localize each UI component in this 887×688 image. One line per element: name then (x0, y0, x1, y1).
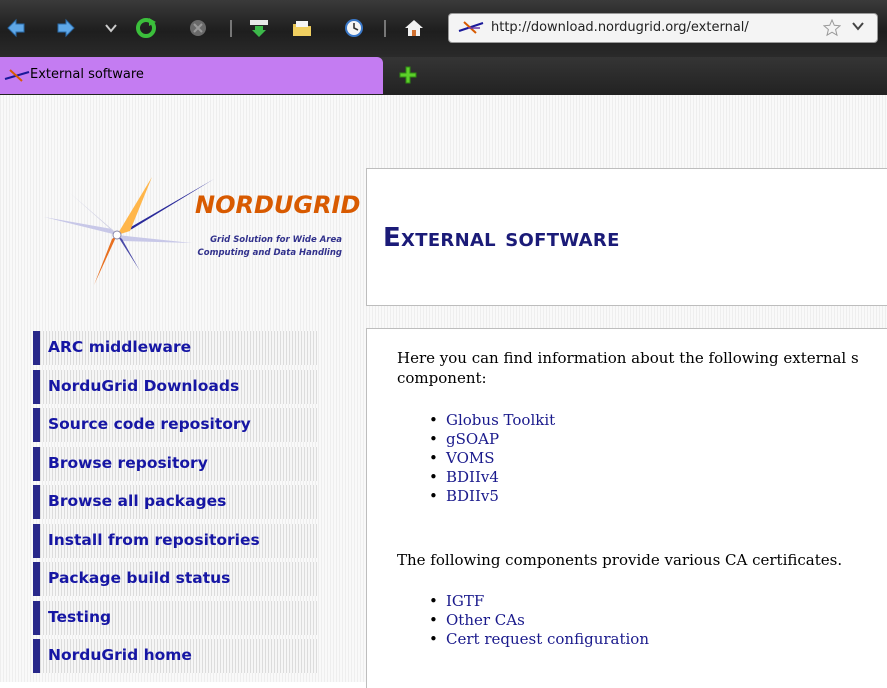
page-title: External software (383, 223, 620, 253)
list-item-link[interactable]: BDIIv5 (429, 487, 555, 506)
bookmarks-icon[interactable] (290, 16, 314, 40)
list-item-link[interactable]: VOMS (429, 449, 555, 468)
history-icon[interactable] (342, 16, 366, 40)
sidebar-item-label: Package build status (48, 569, 231, 587)
sidebar-item-nordugrid-home[interactable]: NorduGrid home (33, 639, 317, 673)
logo-tagline: Computing and Data Handling (197, 248, 342, 258)
list-item-link[interactable]: BDIIv4 (429, 468, 555, 487)
sidebar-item-testing[interactable]: Testing (33, 600, 317, 635)
tab-bar: External software (0, 57, 887, 95)
sidebar-item-label: Source code repository (48, 415, 251, 433)
url-text[interactable]: http://download.nordugrid.org/external/ (491, 20, 749, 35)
sidebar-item-label: Browse all packages (48, 492, 227, 510)
list-item-link[interactable]: Globus Toolkit (429, 411, 555, 430)
sidebar-item-arc-middleware[interactable]: ARC middleware (33, 331, 317, 365)
nordugrid-logo[interactable]: NORDUGRID Grid Solution for Wide Area Co… (42, 173, 360, 288)
sidebar-item-nordugrid-downloads[interactable]: NorduGrid Downloads (33, 369, 317, 404)
sidebar-item-browse-all-packages[interactable]: Browse all packages (33, 485, 317, 519)
page-viewport: NORDUGRID Grid Solution for Wide Area Co… (0, 95, 887, 688)
tab-external-software[interactable]: External software (0, 57, 383, 94)
sidebar-item-browse-repository[interactable]: Browse repository (33, 446, 317, 481)
list-item-link[interactable]: IGTF (429, 592, 649, 611)
logo-wordmark: NORDUGRID (195, 191, 361, 219)
star-icon[interactable] (822, 18, 842, 41)
sidebar-item-label: Testing (48, 607, 112, 626)
list-item-link[interactable]: Cert request configuration (429, 630, 649, 649)
url-bar[interactable]: http://download.nordugrid.org/external/ (448, 13, 878, 43)
sidebar-item-label: Install from repositories (48, 530, 260, 549)
toolbar-separator (384, 20, 386, 37)
sidebar-item-label: ARC middleware (48, 338, 192, 356)
header-panel: External software (366, 168, 887, 306)
forward-icon[interactable] (54, 16, 78, 40)
logo-star-icon (44, 177, 214, 285)
history-dropdown-icon[interactable] (103, 16, 119, 40)
back-icon[interactable] (4, 16, 28, 40)
list-item-link[interactable]: gSOAP (429, 430, 555, 449)
browser-toolbar: http://download.nordugrid.org/external/ (0, 0, 887, 57)
intro-text: component: (397, 369, 487, 387)
sidebar-item-package-build-status[interactable]: Package build status (33, 562, 317, 596)
reload-icon[interactable] (134, 16, 158, 40)
sidebar-item-source-code-repository[interactable]: Source code repository (33, 408, 317, 442)
toolbar-separator (230, 20, 232, 37)
tab-favicon-icon (4, 68, 30, 88)
external-software-list: Globus Toolkit gSOAP VOMS BDIIv4 BDIIv5 (429, 411, 555, 506)
sidebar-item-label: NorduGrid Downloads (48, 376, 240, 395)
sidebar-nav: ARC middleware NorduGrid Downloads Sourc… (33, 331, 317, 678)
sidebar-item-label: Browse repository (48, 453, 208, 472)
new-tab-icon[interactable] (398, 65, 418, 89)
tab-title: External software (30, 67, 144, 82)
list-item-link[interactable]: Other CAs (429, 611, 649, 630)
sidebar-item-install-from-repositories[interactable]: Install from repositories (33, 523, 317, 558)
site-favicon-icon (458, 19, 484, 41)
sidebar-item-label: NorduGrid home (48, 646, 192, 664)
chevron-down-icon[interactable] (852, 20, 864, 35)
stop-icon[interactable] (186, 16, 210, 40)
ca-intro-text: The following components provide various… (397, 551, 843, 569)
download-icon[interactable] (247, 16, 271, 40)
home-icon[interactable] (402, 16, 426, 40)
main-content: Here you can find information about the … (366, 328, 887, 688)
intro-text: Here you can find information about the … (397, 349, 859, 367)
ca-certificates-list: IGTF Other CAs Cert request configuratio… (429, 592, 649, 649)
logo-tagline: Grid Solution for Wide Area (210, 235, 342, 245)
